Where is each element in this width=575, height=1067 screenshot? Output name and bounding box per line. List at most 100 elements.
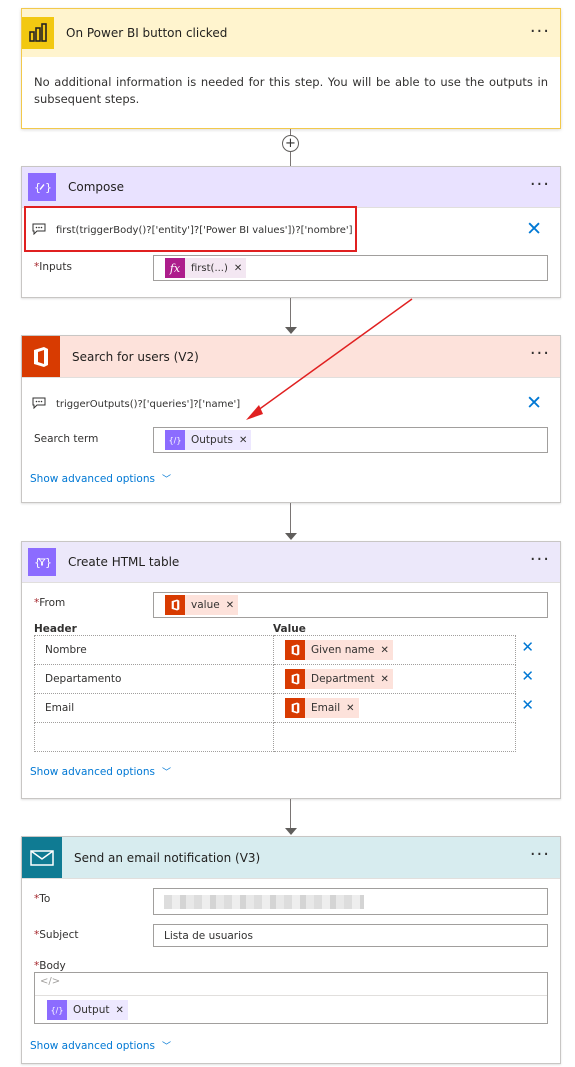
search-term-token[interactable]: {/} Outputs ✕: [165, 430, 252, 450]
variable-icon: {}: [28, 173, 56, 201]
remove-token-icon[interactable]: ✕: [381, 645, 389, 656]
trigger-header[interactable]: On Power BI button clicked ···: [22, 9, 560, 57]
table-row-empty: [34, 722, 516, 752]
search-expression-row: triggerOutputs()?['queries']?['name']: [32, 397, 240, 412]
ellipsis-icon[interactable]: ···: [530, 846, 550, 864]
send-email-title: Send an email notification (V3): [74, 850, 261, 865]
send-email-card: Send an email notification (V3) ··· *To …: [21, 836, 561, 1064]
variable-icon: {/}: [47, 1000, 67, 1020]
ellipsis-icon[interactable]: ···: [530, 551, 550, 569]
chevron-down-icon: ﹀: [161, 475, 171, 485]
power-bi-icon: [22, 17, 54, 49]
value-cell[interactable]: Email ✕: [273, 693, 516, 723]
close-icon[interactable]: ✕: [526, 220, 542, 239]
inputs-field[interactable]: fx first(...) ✕: [153, 255, 548, 281]
search-term-label: Search term: [34, 433, 99, 445]
html-table-body: *From value ✕ Header Value Nombre Given …: [22, 582, 560, 798]
connector-line: [290, 503, 291, 533]
remove-token-icon[interactable]: ✕: [239, 435, 247, 446]
inputs-label: *Inputs: [34, 261, 72, 273]
html-table-header[interactable]: {} Create HTML table ···: [22, 542, 560, 582]
arrow-down-icon: [285, 828, 297, 835]
trigger-description: No additional information is needed for …: [34, 75, 548, 106]
annotation-highlight-box: [24, 206, 357, 252]
table-row: Email Email ✕: [34, 693, 516, 723]
delete-row-icon[interactable]: ✕: [521, 638, 534, 656]
svg-text:{: {: [34, 181, 41, 194]
ellipsis-icon[interactable]: ···: [530, 345, 550, 363]
code-view-icon[interactable]: </>: [40, 976, 60, 987]
value-cell-empty[interactable]: [273, 722, 516, 752]
subject-label: *Subject: [34, 929, 79, 941]
remove-token-icon[interactable]: ✕: [226, 600, 234, 611]
send-email-header[interactable]: Send an email notification (V3) ···: [22, 837, 560, 878]
value-cell[interactable]: Department ✕: [273, 664, 516, 694]
header-cell[interactable]: Email: [34, 693, 274, 723]
show-advanced-options-link[interactable]: Show advanced options ﹀: [30, 765, 171, 779]
office-icon: [165, 595, 185, 615]
comment-icon: [32, 397, 46, 412]
value-cell[interactable]: Given name ✕: [273, 635, 516, 665]
from-field[interactable]: value ✕: [153, 592, 548, 618]
trigger-card: On Power BI button clicked ··· No additi…: [21, 8, 561, 129]
header-column-label: Header: [34, 623, 77, 635]
from-label: *From: [34, 597, 66, 609]
value-token[interactable]: Department ✕: [285, 669, 393, 689]
delete-row-icon[interactable]: ✕: [521, 667, 534, 685]
table-row: Departamento Department ✕: [34, 664, 516, 694]
search-users-title: Search for users (V2): [72, 349, 199, 364]
html-table-title: Create HTML table: [68, 555, 180, 569]
chevron-down-icon: ﹀: [161, 768, 171, 778]
remove-token-icon[interactable]: ✕: [381, 674, 389, 685]
trigger-title: On Power BI button clicked: [66, 26, 228, 40]
connector-line: [290, 799, 291, 828]
remove-token-icon[interactable]: ✕: [346, 703, 354, 714]
value-token[interactable]: Email ✕: [285, 698, 359, 718]
show-advanced-options-link[interactable]: Show advanced options ﹀: [30, 472, 171, 486]
redacted-email-value: [164, 895, 364, 909]
svg-text:{: {: [34, 556, 41, 569]
header-cell-empty[interactable]: [34, 722, 274, 752]
body-editor[interactable]: </> {/} Output ✕: [34, 972, 548, 1024]
body-token[interactable]: {/} Output ✕: [47, 1000, 128, 1020]
office-icon: [285, 669, 305, 689]
send-email-body: *To *Subject Lista de usuarios *Body </>…: [22, 878, 560, 1064]
value-column-label: Value: [273, 623, 306, 635]
svg-text:}: }: [45, 556, 51, 569]
chevron-down-icon: ﹀: [161, 1042, 171, 1052]
remove-token-icon[interactable]: ✕: [115, 1005, 123, 1016]
header-value-table: Nombre Given name ✕ Departamento Departme…: [34, 635, 516, 752]
svg-text:}: }: [45, 181, 51, 194]
function-icon: fx: [165, 258, 185, 278]
remove-token-icon[interactable]: ✕: [234, 263, 242, 274]
header-cell[interactable]: Departamento: [34, 664, 274, 694]
ellipsis-icon[interactable]: ···: [530, 176, 550, 194]
office-icon: [285, 698, 305, 718]
compose-title: Compose: [68, 180, 125, 194]
show-advanced-options-link[interactable]: Show advanced options ﹀: [30, 1039, 171, 1053]
to-field[interactable]: [153, 888, 548, 915]
variable-icon: {}: [28, 548, 56, 576]
to-label: *To: [34, 893, 51, 905]
header-cell[interactable]: Nombre: [34, 635, 274, 665]
delete-row-icon[interactable]: ✕: [521, 696, 534, 714]
office-icon: [22, 336, 60, 377]
add-step-icon[interactable]: +: [282, 135, 299, 152]
office-icon: [285, 640, 305, 660]
search-term-field[interactable]: {/} Outputs ✕: [153, 427, 548, 453]
create-html-table-card: {} Create HTML table ··· *From value ✕ H…: [21, 541, 561, 799]
from-token[interactable]: value ✕: [165, 595, 239, 615]
subject-field[interactable]: Lista de usuarios: [153, 924, 548, 947]
value-token[interactable]: Given name ✕: [285, 640, 393, 660]
mail-icon: [22, 837, 62, 878]
table-row: Nombre Given name ✕: [34, 635, 516, 665]
variable-icon: {/}: [165, 430, 185, 450]
ellipsis-icon[interactable]: ···: [530, 23, 550, 41]
body-label: *Body: [34, 960, 66, 972]
compose-header[interactable]: {} Compose ···: [22, 167, 560, 207]
arrow-down-icon: [285, 533, 297, 540]
search-expression: triggerOutputs()?['queries']?['name']: [56, 399, 241, 410]
close-icon[interactable]: ✕: [526, 394, 542, 413]
inputs-token[interactable]: fx first(...) ✕: [165, 258, 247, 278]
annotation-arrow: [246, 298, 413, 420]
